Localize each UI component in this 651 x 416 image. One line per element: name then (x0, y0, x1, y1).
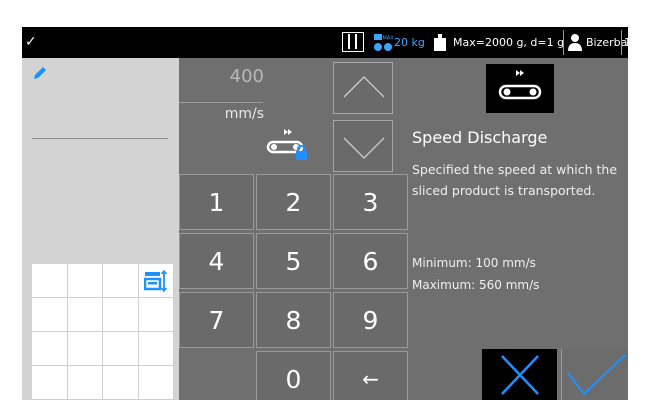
parameter-maximum: Maximum: 560 mm/s (412, 278, 540, 292)
key-0[interactable]: 0 (256, 351, 331, 400)
input-underline (179, 102, 263, 103)
svg-text:MAX: MAX (383, 36, 394, 42)
key-5[interactable]: 5 (256, 233, 331, 289)
parameter-minimum: Minimum: 100 mm/s (412, 256, 536, 270)
divider (621, 30, 622, 55)
grid-cell (103, 332, 139, 366)
scale-range: Max=2000 g, d=1 g (453, 36, 565, 49)
conveyor-discharge-icon (486, 64, 554, 113)
conveyor-locked-icon (266, 129, 307, 160)
divider (563, 30, 564, 55)
status-overflow: 1( (624, 36, 628, 49)
confirm-button[interactable] (561, 349, 628, 400)
cancel-icon (501, 355, 539, 395)
left-panel (22, 58, 179, 400)
key-4[interactable]: 4 (179, 233, 254, 289)
app-frame: ✓ MAX 20 kg Max=2000 g, d=1 g Bizerba 1( (22, 27, 628, 400)
user-icon (568, 34, 582, 51)
key-8[interactable]: 8 (256, 292, 331, 348)
parameter-title: Speed Discharge (412, 128, 548, 147)
speed-input[interactable]: 400 mm/s (179, 58, 331, 134)
divider (32, 138, 168, 139)
speed-unit: mm/s (224, 106, 264, 122)
grid-cell (103, 264, 139, 298)
parameter-description: Specified the speed at which the sliced … (412, 162, 618, 198)
pencil-icon[interactable] (32, 65, 48, 81)
grid-cell (103, 366, 139, 400)
grid-cell (67, 366, 103, 400)
grid-cell (138, 332, 174, 366)
layout-grid[interactable] (32, 264, 174, 400)
max-weight-value: 20 kg (394, 36, 425, 49)
speed-value: 400 (229, 66, 264, 87)
key-9[interactable]: 9 (333, 292, 408, 348)
backspace-key[interactable]: ← (333, 351, 408, 400)
grid-cell (32, 298, 68, 332)
cancel-button[interactable] (482, 349, 557, 400)
key-7[interactable]: 7 (179, 292, 254, 348)
grid-cell (32, 366, 68, 400)
weight-icon (434, 34, 446, 51)
arrow-up-icon (343, 76, 385, 98)
grid-cell (138, 298, 174, 332)
grid-cell (32, 264, 68, 298)
arrow-down-icon (343, 137, 385, 159)
key-3[interactable]: 3 (333, 174, 408, 230)
key-1[interactable]: 1 (179, 174, 254, 230)
grid-cell (67, 298, 103, 332)
arrow-down-button[interactable] (333, 120, 393, 172)
grid-layout-icon[interactable] (144, 270, 168, 292)
check-icon: ✓ (25, 34, 37, 50)
grid-cell (103, 298, 139, 332)
key-2[interactable]: 2 (256, 174, 331, 230)
grid-cell (138, 366, 174, 400)
confirm-icon (567, 354, 626, 396)
grid-cell (32, 332, 68, 366)
max-weight-icon: MAX (374, 34, 394, 51)
arrow-up-button[interactable] (333, 62, 393, 114)
scale-icon (342, 32, 364, 52)
key-6[interactable]: 6 (333, 233, 408, 289)
grid-cell (67, 264, 103, 298)
grid-cell (67, 332, 103, 366)
status-bar: ✓ MAX 20 kg Max=2000 g, d=1 g Bizerba 1( (22, 27, 628, 58)
